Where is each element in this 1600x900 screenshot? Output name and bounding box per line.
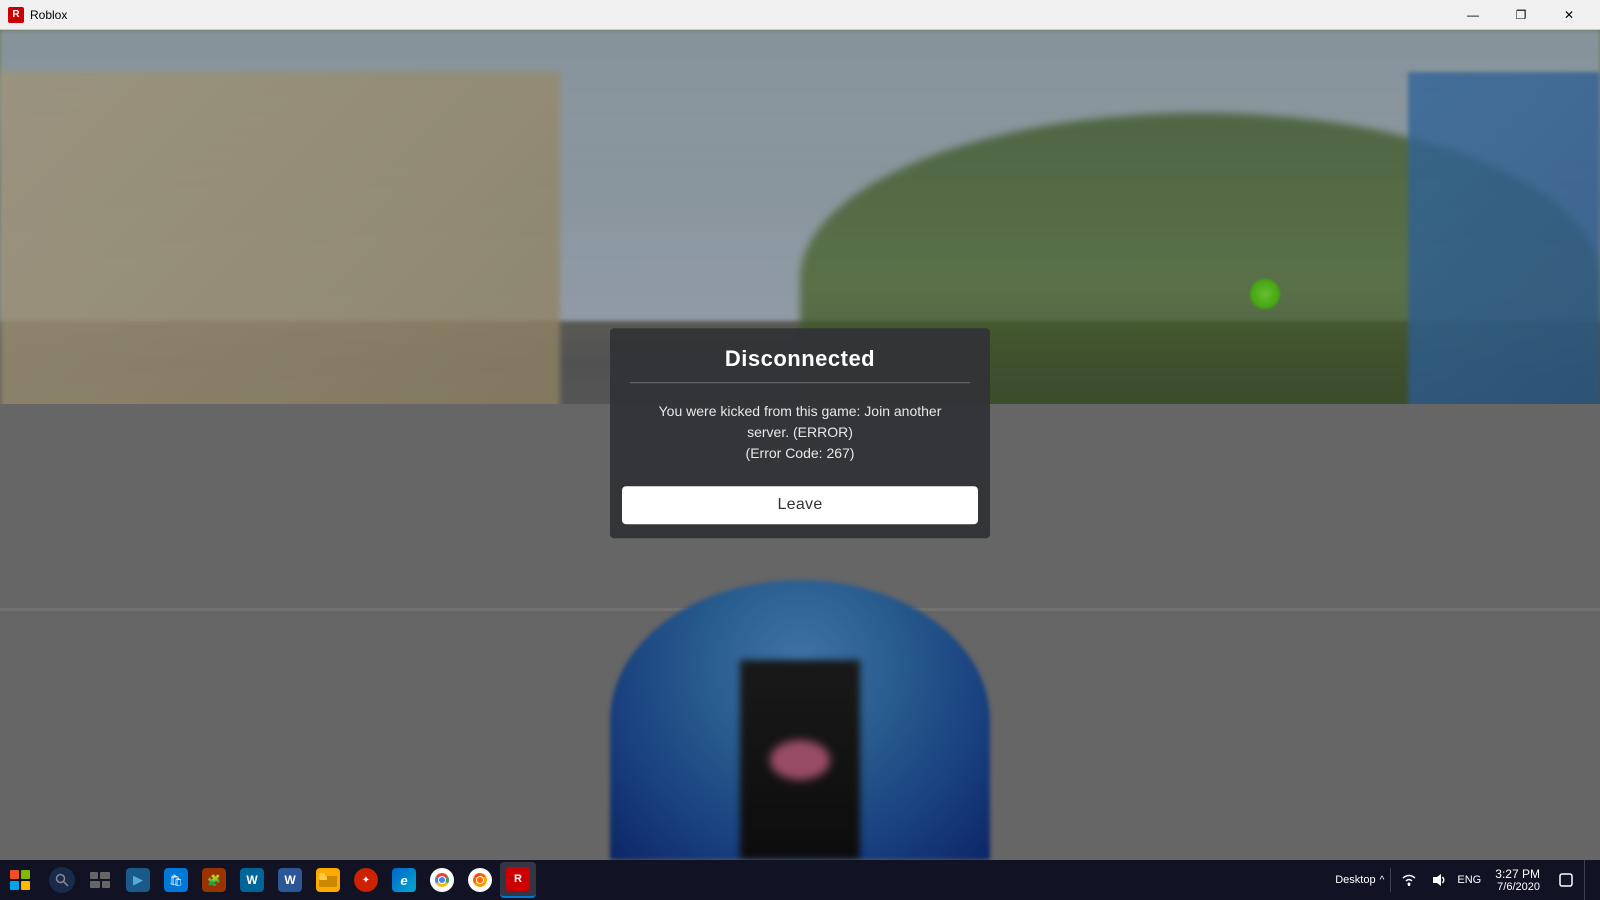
taskbar-app-roblox[interactable]: R — [500, 862, 536, 898]
taskbar-apps: ▶ 🛍 🧩 W W — [40, 862, 1335, 898]
title-bar-icon: R — [8, 7, 24, 23]
store-symbol: 🛍 — [169, 874, 183, 887]
explorer-icon — [316, 868, 340, 892]
show-desktop-button[interactable] — [1584, 860, 1592, 900]
close-button[interactable]: ✕ — [1546, 0, 1592, 30]
maximize-button[interactable]: ❐ — [1498, 0, 1544, 30]
minimize-button[interactable]: — — [1450, 0, 1496, 30]
windows-logo-sq4 — [21, 881, 30, 890]
windows-logo-sq1 — [10, 870, 19, 879]
title-bar-controls: — ❐ ✕ — [1450, 0, 1592, 30]
tray-divider — [1390, 868, 1391, 892]
network-icon[interactable] — [1395, 866, 1423, 894]
tray-expand-button[interactable]: ^ — [1378, 875, 1387, 886]
taskbar: ▶ 🛍 🧩 W W — [0, 860, 1600, 900]
dialog-title: Disconnected — [725, 346, 875, 371]
clock-time: 3:27 PM — [1495, 867, 1540, 881]
wordpad-symbol: W — [246, 873, 257, 887]
windows-logo-sq2 — [21, 870, 30, 879]
title-bar-left: R Roblox — [8, 7, 67, 23]
search-taskbar-icon — [49, 867, 75, 893]
media-symbol: ▶ — [133, 872, 143, 888]
language-label: ENG — [1457, 874, 1481, 886]
red-app-symbol: ✦ — [362, 875, 370, 886]
taskbar-app-store[interactable]: 🛍 — [158, 862, 194, 898]
system-tray: Desktop ^ ENG 3:27 PM 7/6/2020 — [1335, 860, 1600, 900]
taskbar-app-media[interactable]: ▶ — [120, 862, 156, 898]
desktop-label: Desktop — [1335, 874, 1375, 886]
title-bar-title: Roblox — [30, 8, 67, 22]
start-button[interactable] — [0, 860, 40, 900]
dialog-body: You were kicked from this game: Join ano… — [610, 383, 990, 482]
taskbar-app-5[interactable]: 🧩 — [196, 862, 232, 898]
chrome2-icon — [468, 868, 492, 892]
edge-icon: e — [392, 868, 416, 892]
windows-logo-sq3 — [10, 881, 19, 890]
wordpad-icon: W — [240, 868, 264, 892]
red-app-icon: ✦ — [354, 868, 378, 892]
word-icon: W — [278, 868, 302, 892]
roblox-icon: R — [506, 867, 530, 891]
dialog-footer: Leave — [610, 482, 990, 538]
clock-date: 7/6/2020 — [1495, 881, 1540, 893]
action-center-button[interactable] — [1552, 866, 1580, 894]
store-icon: 🛍 — [164, 868, 188, 892]
taskbar-app-edge[interactable]: e — [386, 862, 422, 898]
taskbar-app-red[interactable]: ✦ — [348, 862, 384, 898]
roblox-symbol: R — [514, 873, 522, 885]
notification-area: Desktop ^ ENG — [1335, 866, 1483, 894]
taskbar-app-chrome2[interactable] — [462, 862, 498, 898]
app5-symbol: 🧩 — [207, 874, 221, 887]
disconnected-dialog: Disconnected You were kicked from this g… — [610, 328, 990, 538]
title-bar: R Roblox — ❐ ✕ — [0, 0, 1600, 30]
chrome-icon — [430, 868, 454, 892]
leave-button[interactable]: Leave — [622, 486, 978, 524]
volume-icon[interactable] — [1425, 866, 1453, 894]
clock[interactable]: 3:27 PM 7/6/2020 — [1487, 867, 1548, 893]
app5-icon: 🧩 — [202, 868, 226, 892]
taskview-icon — [88, 868, 112, 892]
taskbar-app-explorer[interactable] — [310, 862, 346, 898]
edge-symbol: e — [400, 873, 407, 888]
language-indicator[interactable]: ENG — [1455, 866, 1483, 894]
taskbar-app-taskview[interactable] — [82, 862, 118, 898]
taskbar-app-chrome[interactable] — [424, 862, 460, 898]
word-symbol: W — [284, 873, 295, 887]
dialog-header: Disconnected — [610, 328, 990, 382]
taskbar-app-wordpad[interactable]: W — [234, 862, 270, 898]
dialog-message: You were kicked from this game: Join ano… — [640, 401, 960, 464]
windows-logo-icon — [10, 870, 30, 890]
taskbar-app-search[interactable] — [44, 862, 80, 898]
taskbar-app-word[interactable]: W — [272, 862, 308, 898]
media-icon: ▶ — [126, 868, 150, 892]
